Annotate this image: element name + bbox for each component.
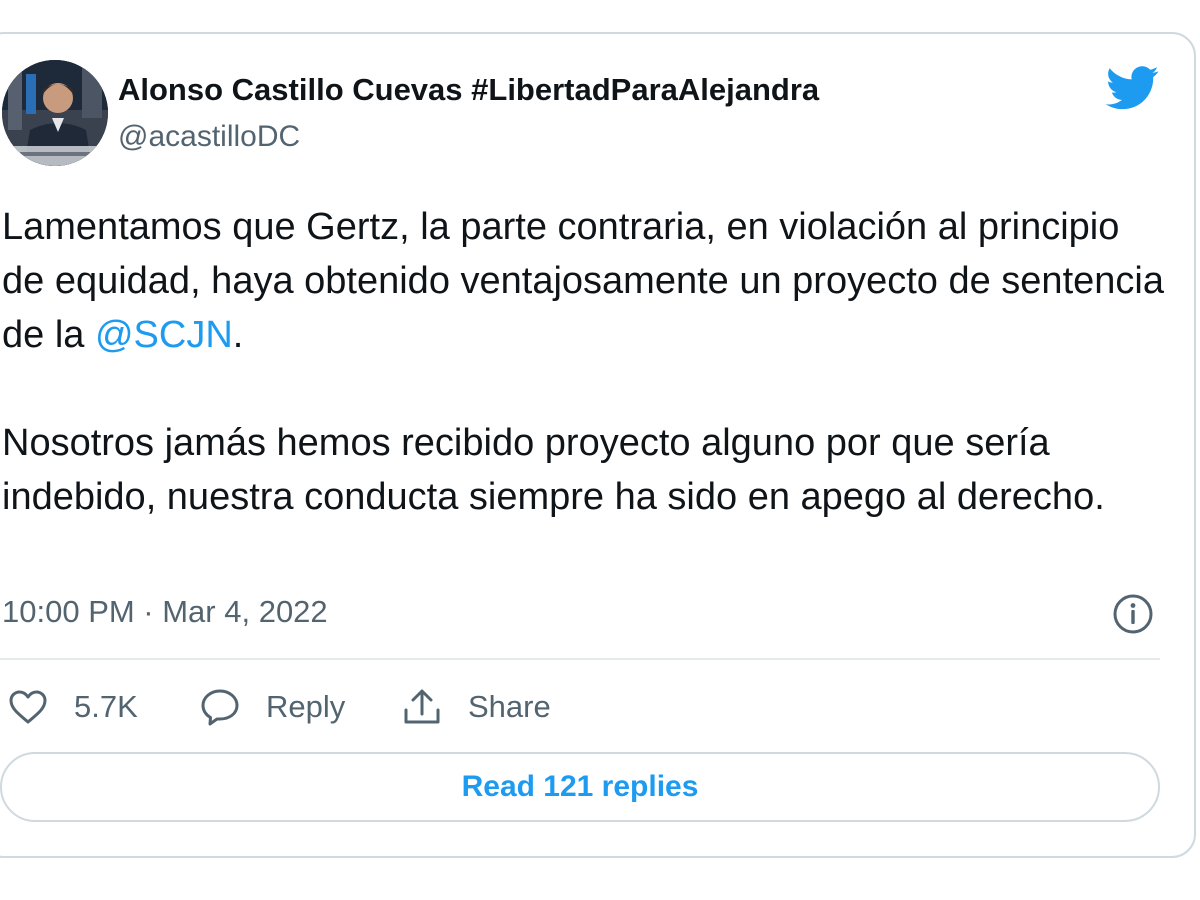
share-label: Share	[468, 689, 551, 724]
divider	[0, 658, 1160, 660]
info-icon[interactable]	[1112, 593, 1154, 635]
share-icon	[404, 689, 440, 724]
speech-bubble-icon	[201, 689, 239, 726]
read-replies-button[interactable]: Read 121 replies	[0, 752, 1160, 822]
like-button[interactable]: 5.7K	[8, 684, 138, 730]
like-count: 5.7K	[74, 689, 138, 724]
tweet-text-segment: .	[232, 314, 244, 356]
avatar[interactable]	[2, 60, 108, 166]
twitter-bird-icon[interactable]	[1106, 66, 1160, 110]
share-button[interactable]: Share	[402, 684, 551, 730]
author-display-name[interactable]: Alonso Castillo Cuevas #LibertadParaAlej…	[118, 72, 819, 108]
tweet-text: Lamentamos que Gertz, la parte contraria…	[2, 200, 1172, 524]
mention-link-scjn[interactable]: @SCJN	[95, 314, 233, 356]
reply-button[interactable]: Reply	[200, 684, 345, 730]
tweet-paragraph-2: Nosotros jamás hemos recibido proyecto a…	[2, 422, 1105, 518]
reply-label: Reply	[266, 689, 346, 724]
author-handle[interactable]: @acastilloDC	[118, 120, 300, 154]
heart-icon	[9, 690, 47, 724]
tweet-timestamp[interactable]: 10:00 PM · Mar 4, 2022	[2, 594, 328, 630]
tweet-paragraph-1: Lamentamos que Gertz, la parte contraria…	[2, 200, 1172, 362]
